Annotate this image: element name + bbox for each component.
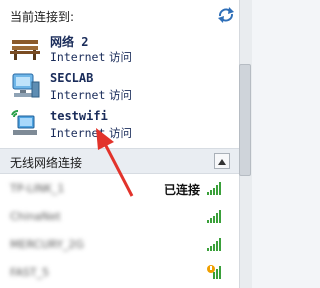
wireless-network-icon xyxy=(11,110,37,135)
wifi-ssid: ChinaNet xyxy=(10,210,61,223)
wifi-network-item[interactable]: FAST_5 xyxy=(0,260,240,286)
signal-strength-icon xyxy=(207,210,221,223)
network-flyout: 当前连接到: 网络 2 Internet 访问 SECLAB Internet … xyxy=(0,0,252,288)
connection-access: Internet 访问 xyxy=(50,126,133,140)
computer-icon xyxy=(12,73,40,98)
wifi-network-item[interactable]: MERCURY_2G xyxy=(0,232,240,258)
wifi-ssid: MERCURY_2G xyxy=(10,238,84,251)
wireless-section-header[interactable]: 无线网络连接 xyxy=(0,148,240,174)
signal-strength-icon xyxy=(207,238,221,251)
wifi-connected-status: 已连接 xyxy=(163,183,200,197)
wifi-network-item[interactable]: ChinaNet xyxy=(0,204,240,230)
connection-item-network-2[interactable]: 网络 2 Internet 访问 xyxy=(10,32,225,66)
connection-name: SECLAB xyxy=(50,71,94,85)
connection-name: 网络 2 xyxy=(50,35,89,49)
wireless-section-title: 无线网络连接 xyxy=(10,156,83,170)
signal-strength-icon xyxy=(207,182,221,195)
wifi-ssid: FAST_5 xyxy=(10,266,50,279)
triangle-up-icon xyxy=(218,159,226,165)
wifi-ssid: TP-LINK_1 xyxy=(10,182,65,195)
wifi-network-item[interactable]: TP-LINK_1 已连接 xyxy=(0,176,240,202)
scrollbar-thumb[interactable] xyxy=(239,64,251,176)
connection-access: Internet 访问 xyxy=(50,88,133,102)
connection-access: Internet 访问 xyxy=(50,50,133,64)
connection-item-testwifi[interactable]: testwifi Internet 访问 xyxy=(10,108,225,142)
scrollbar[interactable] xyxy=(239,0,252,288)
connection-name: testwifi xyxy=(50,109,108,123)
park-bench-icon xyxy=(10,40,40,60)
current-connection-heading: 当前连接到: xyxy=(10,10,75,24)
connection-item-seclab[interactable]: SECLAB Internet 访问 xyxy=(10,70,225,104)
collapse-button[interactable] xyxy=(214,153,230,169)
signal-strength-security-icon xyxy=(207,265,221,279)
refresh-icon[interactable] xyxy=(216,6,236,24)
